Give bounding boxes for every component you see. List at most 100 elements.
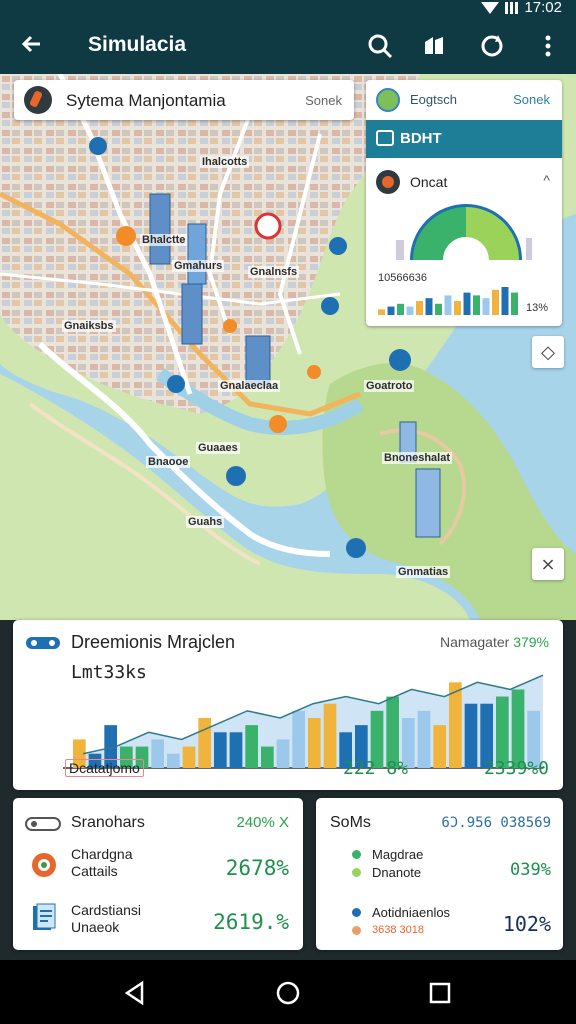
link-icon bbox=[26, 637, 60, 649]
chart-bar bbox=[261, 746, 274, 768]
chart-bar bbox=[449, 682, 462, 768]
stats-header-label: Eogtsch bbox=[410, 92, 457, 107]
panel-right-label: Namagater 379% bbox=[440, 634, 549, 650]
back-icon[interactable] bbox=[120, 978, 150, 1008]
main-chart-panel: Dreemionis Mrajclen Namagater 379% Lmt33… bbox=[13, 620, 563, 790]
chart-bar bbox=[167, 753, 180, 768]
row-value: 2619.% bbox=[213, 910, 289, 934]
panel-title: SoMs bbox=[330, 814, 371, 831]
clock: 17:02 bbox=[524, 0, 562, 16]
locate-icon: ⨯ bbox=[540, 554, 556, 574]
map-label: Goatroto bbox=[364, 380, 415, 392]
mini-bar-chart bbox=[378, 287, 518, 315]
search-bar[interactable]: Sytema Manjontamia Sonek bbox=[14, 80, 354, 120]
row-subtitle: Cattails bbox=[71, 863, 118, 879]
map-label: Guaaes bbox=[196, 442, 240, 454]
gauge-chart bbox=[396, 204, 532, 261]
back-arrow-icon[interactable] bbox=[18, 30, 46, 58]
panel-icon bbox=[376, 130, 394, 146]
mini-bar bbox=[397, 303, 404, 315]
chart-bar bbox=[229, 732, 243, 768]
refresh-icon[interactable] bbox=[478, 32, 506, 60]
map-label: Ihalcotts bbox=[200, 156, 250, 168]
system-nav-bar bbox=[0, 960, 576, 1024]
legend-dot bbox=[352, 908, 361, 917]
mini-bar bbox=[473, 295, 480, 315]
mini-bar bbox=[444, 295, 452, 315]
map-label: Gnaiksbs bbox=[62, 320, 116, 332]
row-value: 039% bbox=[510, 860, 551, 880]
mini-bar bbox=[454, 301, 461, 315]
mini-bar bbox=[463, 292, 471, 315]
row-title: Chardgna bbox=[71, 846, 133, 862]
panel-value: 6Ɔ.956 038569 bbox=[441, 815, 551, 831]
map-label: Guahs bbox=[186, 516, 225, 528]
search-icon[interactable] bbox=[366, 32, 394, 60]
chart-bar bbox=[276, 739, 290, 768]
chart-bar bbox=[433, 725, 446, 768]
mini-bar bbox=[501, 287, 509, 315]
stats-band-title: BDHT bbox=[400, 130, 442, 147]
mini-bar bbox=[406, 306, 414, 315]
stats-header-action[interactable]: Sonek bbox=[513, 92, 550, 107]
chart-value-a: 222 8% bbox=[343, 758, 409, 779]
map-thumbnail-icon bbox=[376, 88, 400, 112]
row-title: Magdrae bbox=[372, 847, 424, 862]
stats-value-label: 10566636 bbox=[378, 272, 427, 284]
chart-bar bbox=[198, 718, 211, 768]
row-subtitle: 3638 3018 bbox=[372, 924, 424, 936]
signal-icon bbox=[505, 2, 508, 14]
panel-title: Dreemionis Mrajclen bbox=[71, 632, 236, 652]
chart-legend: Dcatatjomo bbox=[65, 759, 144, 777]
mini-bar bbox=[387, 306, 395, 315]
map-label: Gmahurs bbox=[172, 260, 225, 272]
stats-pct: 13% bbox=[525, 302, 548, 314]
recents-icon[interactable] bbox=[425, 978, 455, 1008]
more-options-icon[interactable] bbox=[534, 32, 562, 60]
link-icon bbox=[25, 817, 61, 831]
document-icon bbox=[33, 903, 56, 930]
stats-card: Eogtsch Sonek BDHT Oncat ^ 10566636 13% bbox=[366, 80, 562, 326]
home-icon[interactable] bbox=[273, 978, 303, 1008]
mini-bar bbox=[482, 298, 490, 315]
chart-value-b: 2339%0 bbox=[483, 758, 549, 779]
legend-dot bbox=[352, 850, 361, 859]
mini-bar bbox=[511, 292, 518, 315]
panel-right-text: Namagater bbox=[440, 634, 510, 650]
mini-bar bbox=[492, 289, 499, 315]
map-label: Gnalnsfs bbox=[248, 266, 300, 278]
wifi-icon bbox=[481, 2, 499, 14]
chart-bar bbox=[308, 718, 321, 768]
map-label: Gnmatias bbox=[396, 566, 451, 578]
row-subtitle: Unaeok bbox=[71, 919, 120, 935]
stats-band: BDHT bbox=[366, 120, 562, 158]
compass-button[interactable]: ◇ bbox=[532, 336, 564, 368]
chart-bar bbox=[151, 739, 164, 768]
locate-button[interactable]: ⨯ bbox=[532, 548, 564, 580]
row-value: 102% bbox=[502, 912, 551, 936]
right-summary-panel: SoMs 6Ɔ.956 038569 Magdrae Dnanote 039% … bbox=[316, 798, 563, 950]
chart-bar bbox=[292, 710, 305, 768]
status-icons bbox=[481, 2, 508, 14]
panel-title: Sranohars bbox=[71, 814, 145, 831]
chart-bar bbox=[323, 703, 337, 768]
stats-section-title: Oncat bbox=[410, 174, 448, 190]
chevron-up-icon[interactable]: ^ bbox=[543, 172, 550, 188]
row-title: Cardstiansi bbox=[71, 902, 142, 918]
chart-bar bbox=[214, 732, 227, 768]
panel-value: 240% X bbox=[236, 814, 289, 831]
left-summary-panel: Sranohars 240% X Chardgna Cattails 2678%… bbox=[13, 798, 303, 950]
gear-icon bbox=[32, 853, 56, 877]
map-label: Bnaooe bbox=[146, 456, 191, 468]
chart-bar bbox=[511, 689, 525, 768]
mini-bar bbox=[425, 298, 433, 315]
page-title: Simulacia bbox=[88, 33, 187, 56]
map-label: Bhalctte bbox=[140, 234, 188, 246]
row-title: Aotidniaenlos bbox=[372, 905, 451, 920]
map-layers-icon[interactable] bbox=[420, 32, 448, 60]
app-bar: Simulacia bbox=[0, 18, 576, 74]
search-input[interactable]: Sytema Manjontamia bbox=[66, 91, 226, 111]
search-button[interactable]: Sonek bbox=[305, 93, 342, 108]
status-bar: 17:02 bbox=[0, 0, 576, 18]
mini-bar bbox=[435, 303, 442, 315]
